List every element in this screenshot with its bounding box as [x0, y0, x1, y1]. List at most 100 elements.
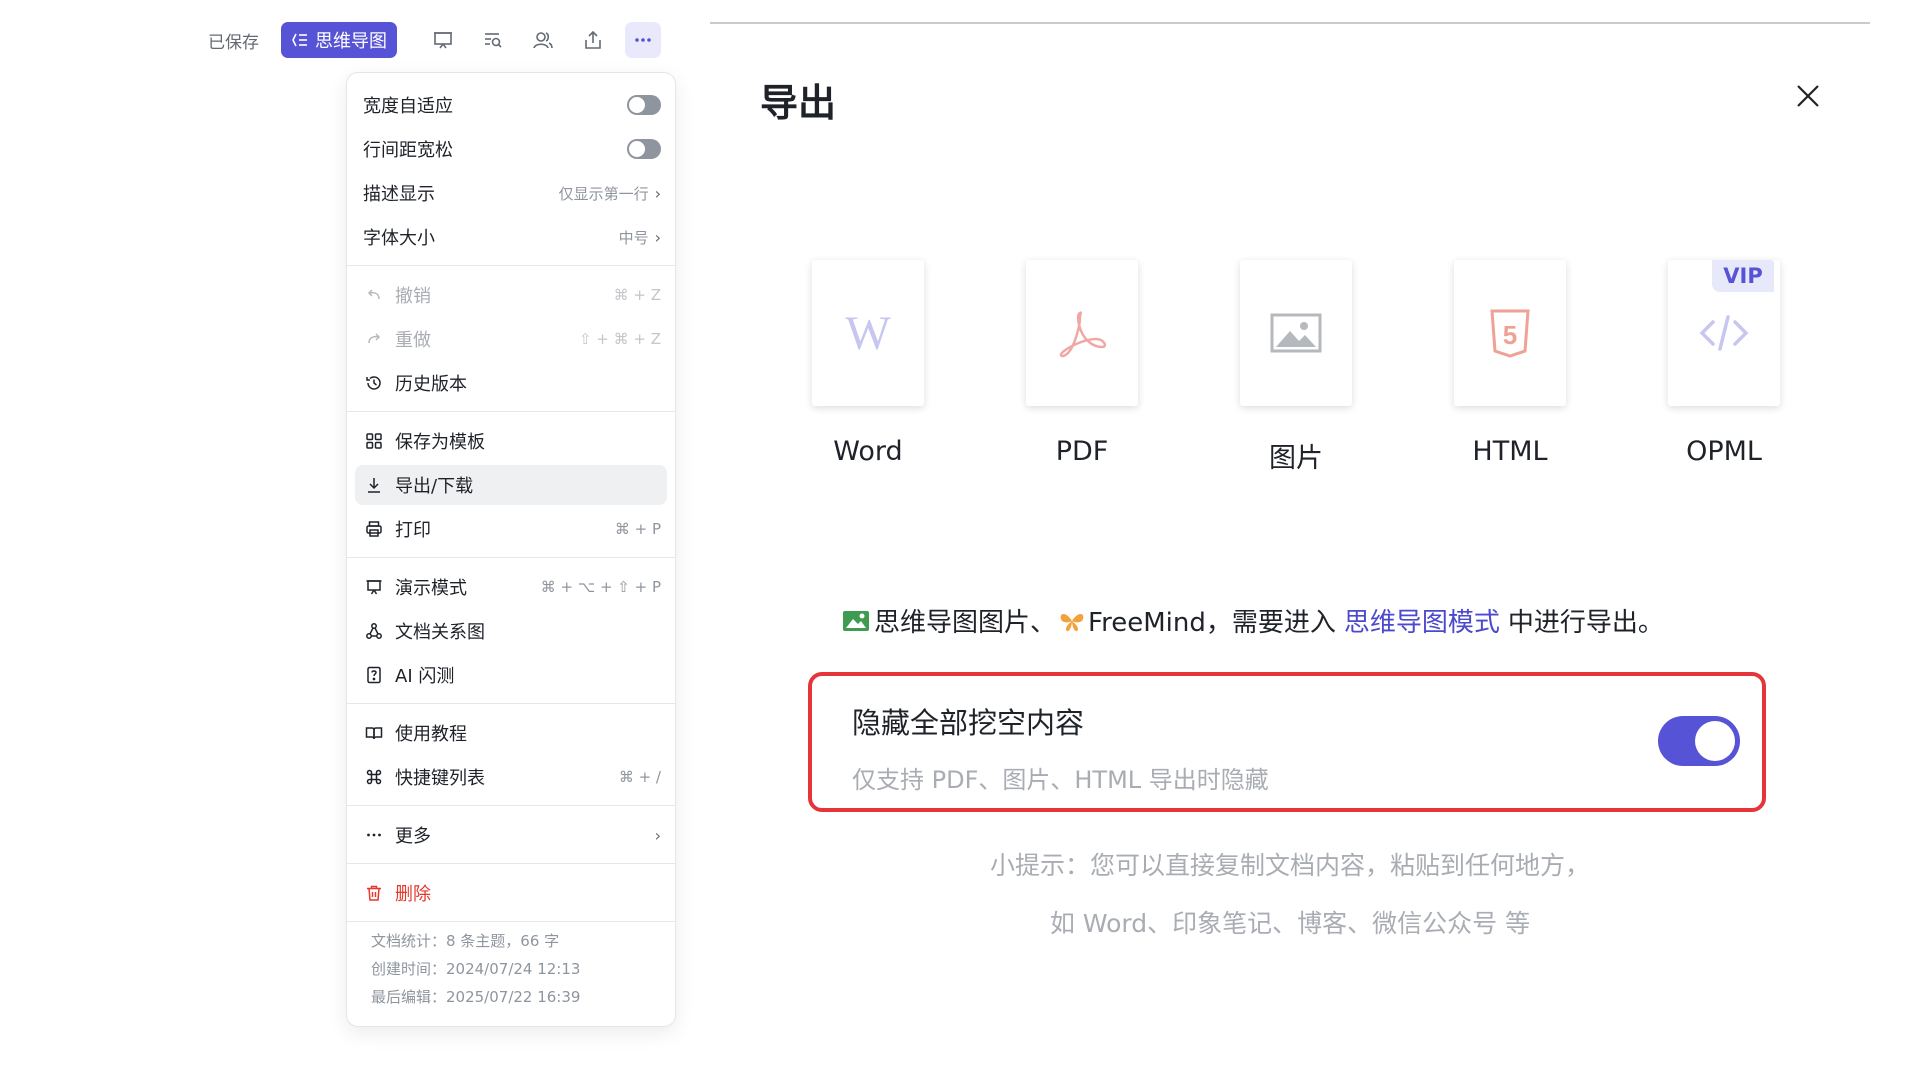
- mindmap-icon: [292, 33, 307, 47]
- menu-item-font-size[interactable]: 字体大小 中号 ›: [363, 217, 661, 257]
- menu-item-undo[interactable]: 撤销 ⌘ + Z: [363, 275, 661, 315]
- format-label-opml: OPML: [1686, 436, 1762, 467]
- more-dots-icon: [635, 38, 651, 42]
- code-icon: [1699, 315, 1749, 351]
- printer-icon: [363, 518, 385, 540]
- more-options-button[interactable]: [625, 22, 661, 58]
- menu-item-label: 描述显示: [363, 184, 435, 205]
- more-dots-icon: [363, 824, 385, 846]
- shortcuts-shortcut: ⌘ + /: [618, 768, 661, 786]
- menu-item-label: 字体大小: [363, 228, 435, 249]
- menu-item-label: 宽度自适应: [363, 96, 453, 117]
- menu-item-export[interactable]: 导出/下载: [355, 465, 667, 505]
- svg-text:W: W: [845, 307, 891, 360]
- undo-icon: [363, 284, 385, 306]
- outline-search-button[interactable]: [475, 22, 511, 58]
- mindmap-mode-label: 思维导图: [315, 31, 387, 52]
- presentation-button[interactable]: [425, 22, 461, 58]
- export-format-word[interactable]: W: [812, 260, 924, 406]
- share-icon: [585, 30, 601, 49]
- presentation-icon: [363, 576, 385, 598]
- image-icon: [1270, 313, 1322, 353]
- mindmap-image-icon: [843, 610, 869, 631]
- svg-text:5: 5: [1503, 320, 1517, 350]
- export-format-image[interactable]: [1240, 260, 1352, 406]
- tip-prefix: 思维导图图片、: [874, 608, 1057, 638]
- download-icon: [363, 474, 385, 496]
- export-format-html[interactable]: 5: [1454, 260, 1566, 406]
- relation-graph-icon: [363, 620, 385, 642]
- menu-item-label: 撤销: [395, 286, 431, 307]
- menu-item-label: 使用教程: [395, 724, 467, 745]
- export-title: 导出: [760, 81, 837, 125]
- chevron-right-icon: ›: [654, 227, 661, 247]
- menu-divider: [347, 863, 675, 864]
- hide-blanks-title: 隐藏全部挖空内容: [852, 706, 1085, 740]
- presentation-icon: [434, 32, 452, 49]
- stats-count: 文档统计：8 条主题，66 字: [371, 932, 560, 950]
- mindmap-mode-link[interactable]: 思维导图模式: [1344, 602, 1500, 639]
- menu-item-label: 行间距宽松: [363, 140, 453, 161]
- book-icon: [363, 722, 385, 744]
- export-format-pdf[interactable]: [1026, 260, 1138, 406]
- menu-item-label: 演示模式: [395, 578, 467, 599]
- menu-item-label: 保存为模板: [395, 432, 485, 453]
- font-size-value: 中号: [618, 228, 649, 247]
- close-icon: [1797, 85, 1819, 107]
- chevron-right-icon: ›: [654, 183, 661, 203]
- mindmap-mode-button[interactable]: 思维导图: [281, 22, 397, 58]
- ai-quiz-icon: [363, 664, 385, 686]
- menu-item-label: 重做: [395, 330, 431, 351]
- panel-top-border: [710, 22, 1870, 24]
- word-icon: W: [845, 307, 891, 360]
- menu-item-tutorial[interactable]: 使用教程: [363, 713, 661, 753]
- redo-icon: [363, 328, 385, 350]
- hide-blanks-toggle[interactable]: [1658, 716, 1740, 766]
- hide-blanks-option: 隐藏全部挖空内容 仅支持 PDF、图片、HTML 导出时隐藏: [808, 672, 1766, 812]
- menu-item-label: 删除: [395, 884, 431, 905]
- more-options-menu: 宽度自适应 行间距宽松 描述显示 仅显示第一行 › 字体大小 中号 › 撤销 ⌘ +…: [346, 72, 676, 1027]
- menu-item-label: 打印: [395, 520, 431, 541]
- menu-divider: [347, 805, 675, 806]
- menu-item-delete[interactable]: 删除: [363, 873, 661, 913]
- tip-suffix: 中进行导出。: [1507, 608, 1664, 638]
- users-icon: [533, 32, 553, 49]
- command-key-icon: [363, 766, 385, 788]
- mindmap-export-tip: 思维导图图片、 FreeMind，需要进入 思维导图模式 中进行导出。: [842, 602, 1664, 639]
- pdf-icon: [1059, 311, 1107, 358]
- butterfly-icon: [1060, 613, 1084, 631]
- copy-tip-line-2: 如 Word、印象笔记、博客、微信公众号 等: [1049, 909, 1531, 938]
- menu-divider: [347, 265, 675, 266]
- menu-divider: [347, 557, 675, 558]
- print-shortcut: ⌘ + P: [614, 520, 661, 538]
- collaborators-button[interactable]: [525, 22, 561, 58]
- menu-item-relation-graph[interactable]: 文档关系图: [363, 611, 661, 651]
- menu-item-shortcuts[interactable]: 快捷键列表 ⌘ + /: [363, 757, 661, 797]
- width-auto-toggle[interactable]: [627, 95, 661, 115]
- menu-item-label: AI 闪测: [395, 666, 455, 687]
- menu-item-redo[interactable]: 重做 ⇧ + ⌘ + Z: [363, 319, 661, 359]
- menu-item-more[interactable]: 更多 ›: [363, 815, 661, 855]
- format-label-html: HTML: [1472, 436, 1548, 467]
- trash-icon: [363, 882, 385, 904]
- format-label-word: Word: [833, 436, 903, 467]
- menu-item-width-auto[interactable]: 宽度自适应: [363, 85, 661, 125]
- close-button[interactable]: [1792, 80, 1824, 112]
- menu-item-label: 更多: [395, 826, 431, 847]
- menu-item-print[interactable]: 打印 ⌘ + P: [363, 509, 661, 549]
- stats-created: 创建时间：2024/07/24 12:13: [371, 960, 581, 978]
- menu-item-ai-quiz[interactable]: AI 闪测: [363, 655, 661, 695]
- menu-divider: [347, 411, 675, 412]
- stats-edited: 最后编辑：2025/07/22 16:39: [371, 988, 581, 1006]
- line-spacing-toggle[interactable]: [627, 139, 661, 159]
- menu-item-line-spacing[interactable]: 行间距宽松: [363, 129, 661, 169]
- share-button[interactable]: [575, 22, 611, 58]
- menu-item-history[interactable]: 历史版本: [363, 363, 661, 403]
- menu-item-label: 快捷键列表: [395, 768, 485, 789]
- saved-status: 已保存: [208, 32, 259, 53]
- copy-tip-line-1: 小提示：您可以直接复制文档内容，粘贴到任何地方，: [989, 851, 1590, 880]
- menu-item-desc-display[interactable]: 描述显示 仅显示第一行 ›: [363, 173, 661, 213]
- document-stats: 文档统计：8 条主题，66 字 创建时间：2024/07/24 12:13 最后…: [371, 927, 580, 1011]
- menu-item-present[interactable]: 演示模式 ⌘ + ⌥ + ⇧ + P: [363, 567, 661, 607]
- menu-item-save-template[interactable]: 保存为模板: [363, 421, 661, 461]
